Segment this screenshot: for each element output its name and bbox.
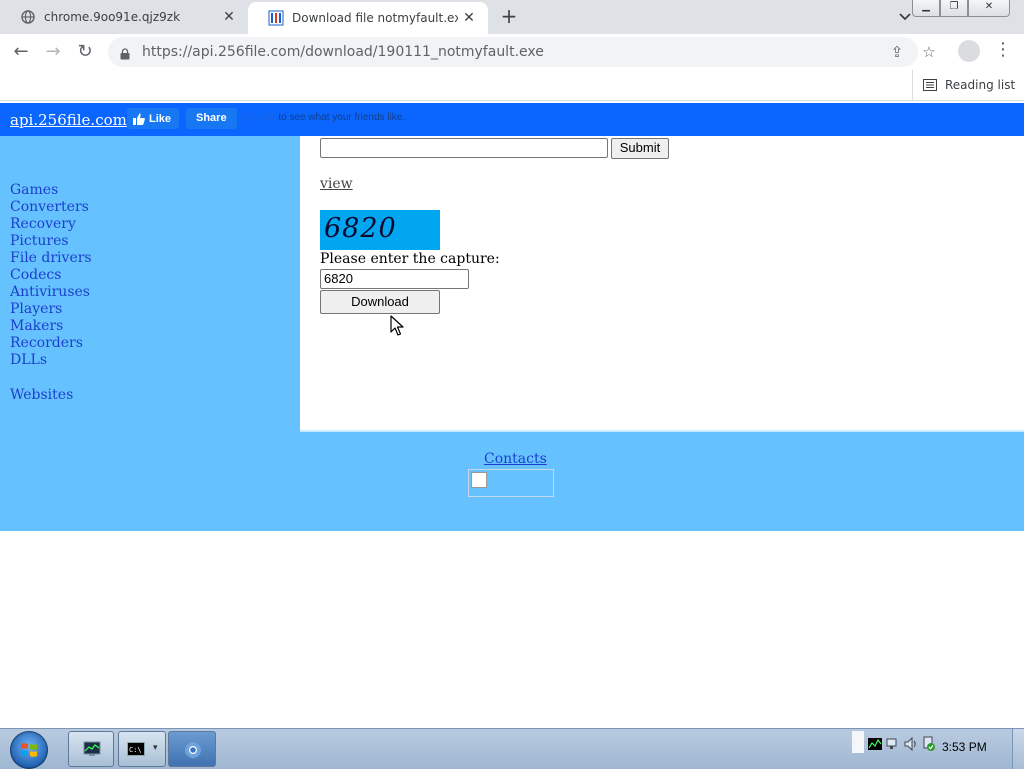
share-icon[interactable]: ⇪	[888, 43, 906, 61]
captcha-image: 6820	[320, 210, 440, 250]
category-makers-link[interactable]: Makers	[10, 318, 92, 335]
profile-avatar-icon[interactable]	[958, 40, 980, 62]
thumbs-up-icon	[133, 113, 145, 125]
reading-list-label: Reading list	[945, 78, 1016, 92]
site-header: api.256file.com Like Share Sign Up to se…	[0, 103, 1024, 136]
windows-logo-icon	[21, 743, 37, 757]
system-tray	[852, 731, 940, 753]
category-dlls-link[interactable]: DLLs	[10, 352, 92, 369]
submit-button[interactable]: Submit	[611, 138, 669, 159]
category-antiviruses-link[interactable]: Antiviruses	[10, 284, 92, 301]
contacts-link[interactable]: Contacts	[484, 451, 547, 467]
mouse-cursor-icon	[390, 315, 404, 336]
category-pictures-link[interactable]: Pictures	[10, 233, 92, 250]
facebook-signup-link[interactable]: Sign Up	[240, 112, 276, 123]
tab-title: Download file notmyfault.exe	[292, 11, 458, 25]
url-text[interactable]: https://api.256file.com/download/190111_…	[142, 44, 544, 60]
windows-taskbar: C:\ ▾ 3:53 PM	[0, 728, 1024, 769]
category-codecs-link[interactable]: Codecs	[10, 267, 92, 284]
minimize-button[interactable]: ▁	[912, 0, 940, 17]
captcha-code: 6820	[324, 213, 397, 244]
volume-icon[interactable]	[904, 736, 918, 752]
task-manager-icon	[83, 741, 101, 756]
reading-list-button[interactable]: Reading list	[912, 70, 1015, 100]
category-recorders-link[interactable]: Recorders	[10, 335, 92, 352]
search-input[interactable]	[320, 138, 608, 158]
captcha-input[interactable]: 6820	[320, 269, 469, 289]
window-controls: ▁ ❐ ✕	[912, 0, 1010, 17]
start-button[interactable]	[10, 731, 48, 769]
tab-download-file[interactable]: Download file notmyfault.exe ✕	[248, 2, 488, 34]
facebook-like-button[interactable]: Like	[127, 108, 180, 129]
taskbar-chrome-button[interactable]	[168, 731, 216, 767]
captcha-prompt: Please enter the capture:	[320, 251, 500, 267]
facebook-social-text: Sign Up to see what your friends like.	[240, 112, 405, 123]
forward-button[interactable]: →	[42, 42, 64, 64]
notification-icon[interactable]	[852, 731, 864, 753]
back-button[interactable]: ←	[10, 42, 32, 64]
chrome-menu-icon[interactable]: ⋮	[994, 40, 1012, 62]
taskbar-command-prompt-button[interactable]: C:\ ▾	[118, 731, 166, 767]
facebook-share-button[interactable]: Share	[186, 108, 237, 129]
tab-strip: chrome.9oo91e.qjz9zk ✕ Download file not…	[0, 0, 1024, 34]
tab-chrome-9oo91e[interactable]: chrome.9oo91e.qjz9zk ✕	[0, 0, 248, 34]
category-players-link[interactable]: Players	[10, 301, 92, 318]
reading-list-icon	[923, 79, 937, 91]
close-tab-icon[interactable]: ✕	[458, 10, 480, 26]
close-window-button[interactable]: ✕	[968, 0, 1010, 17]
network-icon[interactable]	[886, 736, 900, 752]
restore-button[interactable]: ❐	[940, 0, 968, 17]
taskbar-task-manager-button[interactable]	[68, 731, 114, 767]
bookmarks-bar: Reading list	[0, 70, 1024, 101]
globe-icon	[20, 9, 36, 25]
facebook-social-caption: to see what your friends like.	[278, 112, 406, 123]
bookmark-star-icon[interactable]: ☆	[920, 43, 938, 61]
web-page: api.256file.com Like Share Sign Up to se…	[0, 101, 1024, 729]
tab-title: chrome.9oo91e.qjz9zk	[44, 10, 181, 24]
broken-image-icon[interactable]	[468, 469, 554, 497]
new-tab-button[interactable]: +	[498, 6, 520, 28]
browser-toolbar: ← → ↻ https://api.256file.com/download/1…	[0, 34, 1024, 70]
address-bar[interactable]: https://api.256file.com/download/190111_…	[108, 37, 936, 67]
category-list: Games Converters Recovery Pictures File …	[10, 182, 92, 369]
view-link[interactable]: view	[320, 176, 353, 192]
task-manager-tray-icon[interactable]	[868, 736, 882, 752]
command-prompt-icon: C:\	[127, 742, 145, 756]
lock-icon[interactable]	[120, 45, 130, 60]
category-converters-link[interactable]: Converters	[10, 199, 92, 216]
svg-text:C:\: C:\	[129, 746, 142, 754]
like-label: Like	[149, 112, 172, 125]
download-panel: Submit view 6820 Please enter the captur…	[300, 136, 1024, 432]
websites-link[interactable]: Websites	[10, 387, 73, 404]
show-desktop-button[interactable]	[1012, 729, 1024, 769]
chrome-icon	[185, 742, 201, 758]
action-center-icon[interactable]	[922, 736, 936, 752]
site-favicon-icon	[268, 10, 284, 26]
taskbar-clock[interactable]: 3:53 PM	[942, 740, 987, 754]
group-chevron-icon: ▾	[153, 743, 158, 753]
category-sidebar: Games Converters Recovery Pictures File …	[0, 136, 300, 432]
close-tab-icon[interactable]: ✕	[218, 9, 240, 25]
site-home-link[interactable]: api.256file.com	[10, 111, 127, 129]
reload-button[interactable]: ↻	[74, 42, 96, 64]
category-file-drivers-link[interactable]: File drivers	[10, 250, 92, 267]
download-button[interactable]: Download	[320, 290, 440, 314]
category-recovery-link[interactable]: Recovery	[10, 216, 92, 233]
site-footer: Contacts	[0, 432, 1024, 531]
category-games-link[interactable]: Games	[10, 182, 92, 199]
